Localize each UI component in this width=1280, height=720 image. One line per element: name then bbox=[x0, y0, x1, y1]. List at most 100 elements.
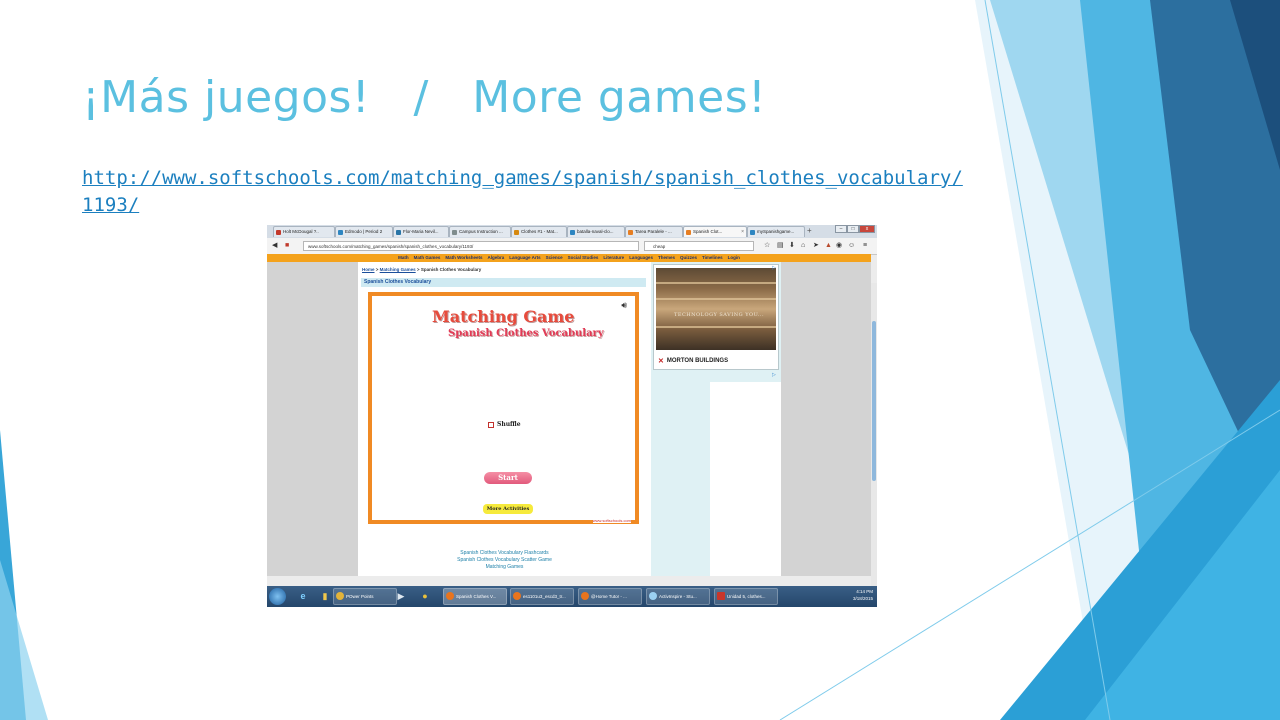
speaker-icon[interactable]: 🔊︎ bbox=[621, 300, 627, 311]
folder-icon[interactable]: ▮ bbox=[319, 590, 331, 602]
search-bar[interactable]: cheap bbox=[644, 241, 754, 251]
send-icon[interactable]: ➤ bbox=[813, 242, 819, 250]
breadcrumb-matching-games[interactable]: Matching Games bbox=[380, 267, 416, 272]
site-nav-item[interactable]: Math Worksheets bbox=[445, 254, 482, 262]
system-clock[interactable]: 4:14 PM 3/18/2015 bbox=[853, 588, 873, 602]
shuffle-option[interactable]: Shuffle bbox=[488, 421, 521, 428]
sync-icon[interactable]: ◉ bbox=[836, 242, 842, 250]
taskbar-item-label: @Home Tutor - ... bbox=[591, 594, 627, 599]
morton-logo-icon: ✕ bbox=[658, 358, 664, 365]
breadcrumb-home[interactable]: Home bbox=[362, 267, 375, 272]
ad-choices-icon[interactable]: ▷ bbox=[772, 372, 776, 378]
smiley-icon[interactable]: ☺ bbox=[848, 242, 855, 250]
ad-brand: ✕ MORTON BUILDINGS bbox=[658, 357, 728, 365]
ad-brand-name: MORTON BUILDINGS bbox=[666, 358, 729, 364]
activinspire-icon bbox=[649, 592, 657, 600]
browser-tab-active[interactable]: Spanish Clot... × bbox=[683, 226, 747, 237]
breadcrumb: Home > Matching Games > Spanish Clothes … bbox=[362, 267, 481, 272]
taskbar-item-active[interactable]: Spanish Clothes V... bbox=[443, 588, 507, 605]
browser-tab[interactable]: Flor-Maria Nevil... bbox=[393, 226, 449, 237]
ad-image: TECHNOLOGY SAVING YOU... bbox=[656, 268, 776, 350]
start-button[interactable]: Start bbox=[484, 472, 532, 484]
menu-icon[interactable]: ≡ bbox=[863, 242, 867, 250]
game-credit: www.softschools.com bbox=[592, 518, 631, 523]
home-icon[interactable]: ⌂ bbox=[801, 242, 805, 250]
taskbar-item[interactable]: ActivInspire - Stu... bbox=[646, 588, 710, 605]
browser-tab[interactable]: Clothes #1 - Mat... bbox=[511, 226, 567, 237]
browser-tab[interactable]: batalla-naval-clo... bbox=[567, 226, 625, 237]
taskbar-item[interactable]: POwer Points bbox=[333, 588, 397, 605]
slide-title: ¡Más juegos! / More games! bbox=[82, 72, 767, 123]
section-title: Spanish Clothes Vocabulary bbox=[361, 278, 646, 287]
site-nav-item[interactable]: Algebra bbox=[488, 254, 505, 262]
tab-label: Flor-Maria Nevil... bbox=[403, 229, 439, 234]
site-nav-item[interactable]: Timelines bbox=[702, 254, 723, 262]
tab-label: Spanish Clot... bbox=[693, 229, 723, 234]
ad-choices-icon[interactable]: ▷ bbox=[772, 265, 776, 271]
site-nav-item[interactable]: Themes bbox=[658, 254, 675, 262]
browser-tab[interactable]: Edmodo | Period 2 bbox=[335, 226, 393, 237]
site-nav-item[interactable]: Math Games bbox=[414, 254, 441, 262]
folder-icon bbox=[336, 592, 344, 600]
more-activities-button[interactable]: More Activities bbox=[483, 504, 533, 514]
tab-favicon bbox=[338, 230, 343, 235]
main-content: Home > Matching Games > Spanish Clothes … bbox=[358, 262, 651, 576]
browser-tab[interactable]: mySpanishgame... bbox=[747, 226, 805, 237]
browser-tab[interactable]: Campus Instruction ... bbox=[449, 226, 511, 237]
shuffle-checkbox[interactable] bbox=[488, 421, 494, 428]
tab-label: Holt McDougal ?.. bbox=[283, 229, 319, 234]
taskbar-item[interactable]: es1101u3_escd3_tr... bbox=[510, 588, 574, 605]
site-identity-icon[interactable]: ■ bbox=[285, 242, 289, 250]
site-nav-item[interactable]: Social Studies bbox=[568, 254, 599, 262]
matching-game-frame[interactable]: Matching Game Spanish Clothes Vocabulary… bbox=[368, 292, 639, 524]
chrome-icon[interactable]: ● bbox=[419, 590, 431, 602]
taskbar-item[interactable]: Unidad 5, clothes... bbox=[714, 588, 778, 605]
back-icon[interactable]: ◀ bbox=[272, 242, 277, 250]
internet-explorer-icon[interactable]: e bbox=[297, 590, 309, 602]
ad-caption: TECHNOLOGY SAVING YOU... bbox=[674, 312, 765, 318]
site-nav-item[interactable]: Languages bbox=[629, 254, 653, 262]
site-nav-item[interactable]: Math bbox=[398, 254, 409, 262]
game-url-link[interactable]: http://www.softschools.com/matching_game… bbox=[82, 165, 972, 219]
advertisement[interactable]: TECHNOLOGY SAVING YOU... ✕ MORTON BUILDI… bbox=[653, 264, 779, 370]
close-window-button[interactable]: x bbox=[859, 225, 875, 233]
new-tab-icon[interactable]: + bbox=[807, 226, 812, 236]
reading-list-icon[interactable]: ▤ bbox=[777, 242, 784, 250]
minimize-button[interactable]: – bbox=[835, 225, 847, 233]
start-button-icon[interactable] bbox=[269, 588, 286, 605]
star-icon[interactable]: ☆ bbox=[764, 242, 770, 250]
url-bar[interactable]: www.softschools.com/matching_games/spani… bbox=[303, 241, 639, 251]
taskbar-item[interactable]: @Home Tutor - ... bbox=[578, 588, 642, 605]
window-controls: – □ x bbox=[835, 225, 875, 233]
tab-favicon bbox=[514, 230, 519, 235]
taskbar-item-label: Unidad 5, clothes... bbox=[727, 594, 766, 599]
browser-tab[interactable]: Holt McDougal ?.. bbox=[273, 226, 335, 237]
clock-date: 3/18/2015 bbox=[852, 596, 873, 601]
taskbar-item-label: ActivInspire - Stu... bbox=[659, 594, 697, 599]
tab-label: Tarea Paralele - ... bbox=[635, 229, 672, 234]
media-player-icon[interactable]: ▶ bbox=[395, 590, 407, 602]
scrollbar-thumb[interactable] bbox=[872, 321, 876, 481]
download-icon[interactable]: ⬇ bbox=[789, 242, 795, 250]
maximize-button[interactable]: □ bbox=[847, 225, 859, 233]
site-nav-item[interactable]: Language Arts bbox=[509, 254, 540, 262]
flashcards-link[interactable]: Spanish Clothes Vocabulary Flashcards bbox=[358, 550, 651, 557]
site-nav-item[interactable]: Science bbox=[546, 254, 563, 262]
browser-toolbar: ◀ ■ www.softschools.com/matching_games/s… bbox=[267, 238, 877, 255]
tab-close-icon[interactable]: × bbox=[741, 227, 744, 237]
tab-favicon bbox=[686, 230, 691, 235]
matching-games-link[interactable]: Matching Games bbox=[358, 564, 651, 571]
clock-time: 4:14 PM bbox=[856, 589, 873, 594]
tab-favicon bbox=[452, 230, 457, 235]
scatter-game-link[interactable]: Spanish Clothes Vocabulary Scatter Game bbox=[358, 557, 651, 564]
tab-label: Clothes #1 - Mat... bbox=[521, 229, 558, 234]
site-nav-item[interactable]: Quizzes bbox=[680, 254, 697, 262]
browser-tab[interactable]: Tarea Paralele - ... bbox=[625, 226, 683, 237]
ad-slot bbox=[710, 382, 781, 576]
addon-icon[interactable]: ▲ bbox=[825, 242, 832, 250]
page-scrollbar[interactable] bbox=[871, 283, 877, 605]
site-nav-item[interactable]: Login bbox=[728, 254, 740, 262]
tab-favicon bbox=[276, 230, 281, 235]
game-title: Matching Game bbox=[432, 307, 575, 326]
site-nav-item[interactable]: Literature bbox=[603, 254, 624, 262]
